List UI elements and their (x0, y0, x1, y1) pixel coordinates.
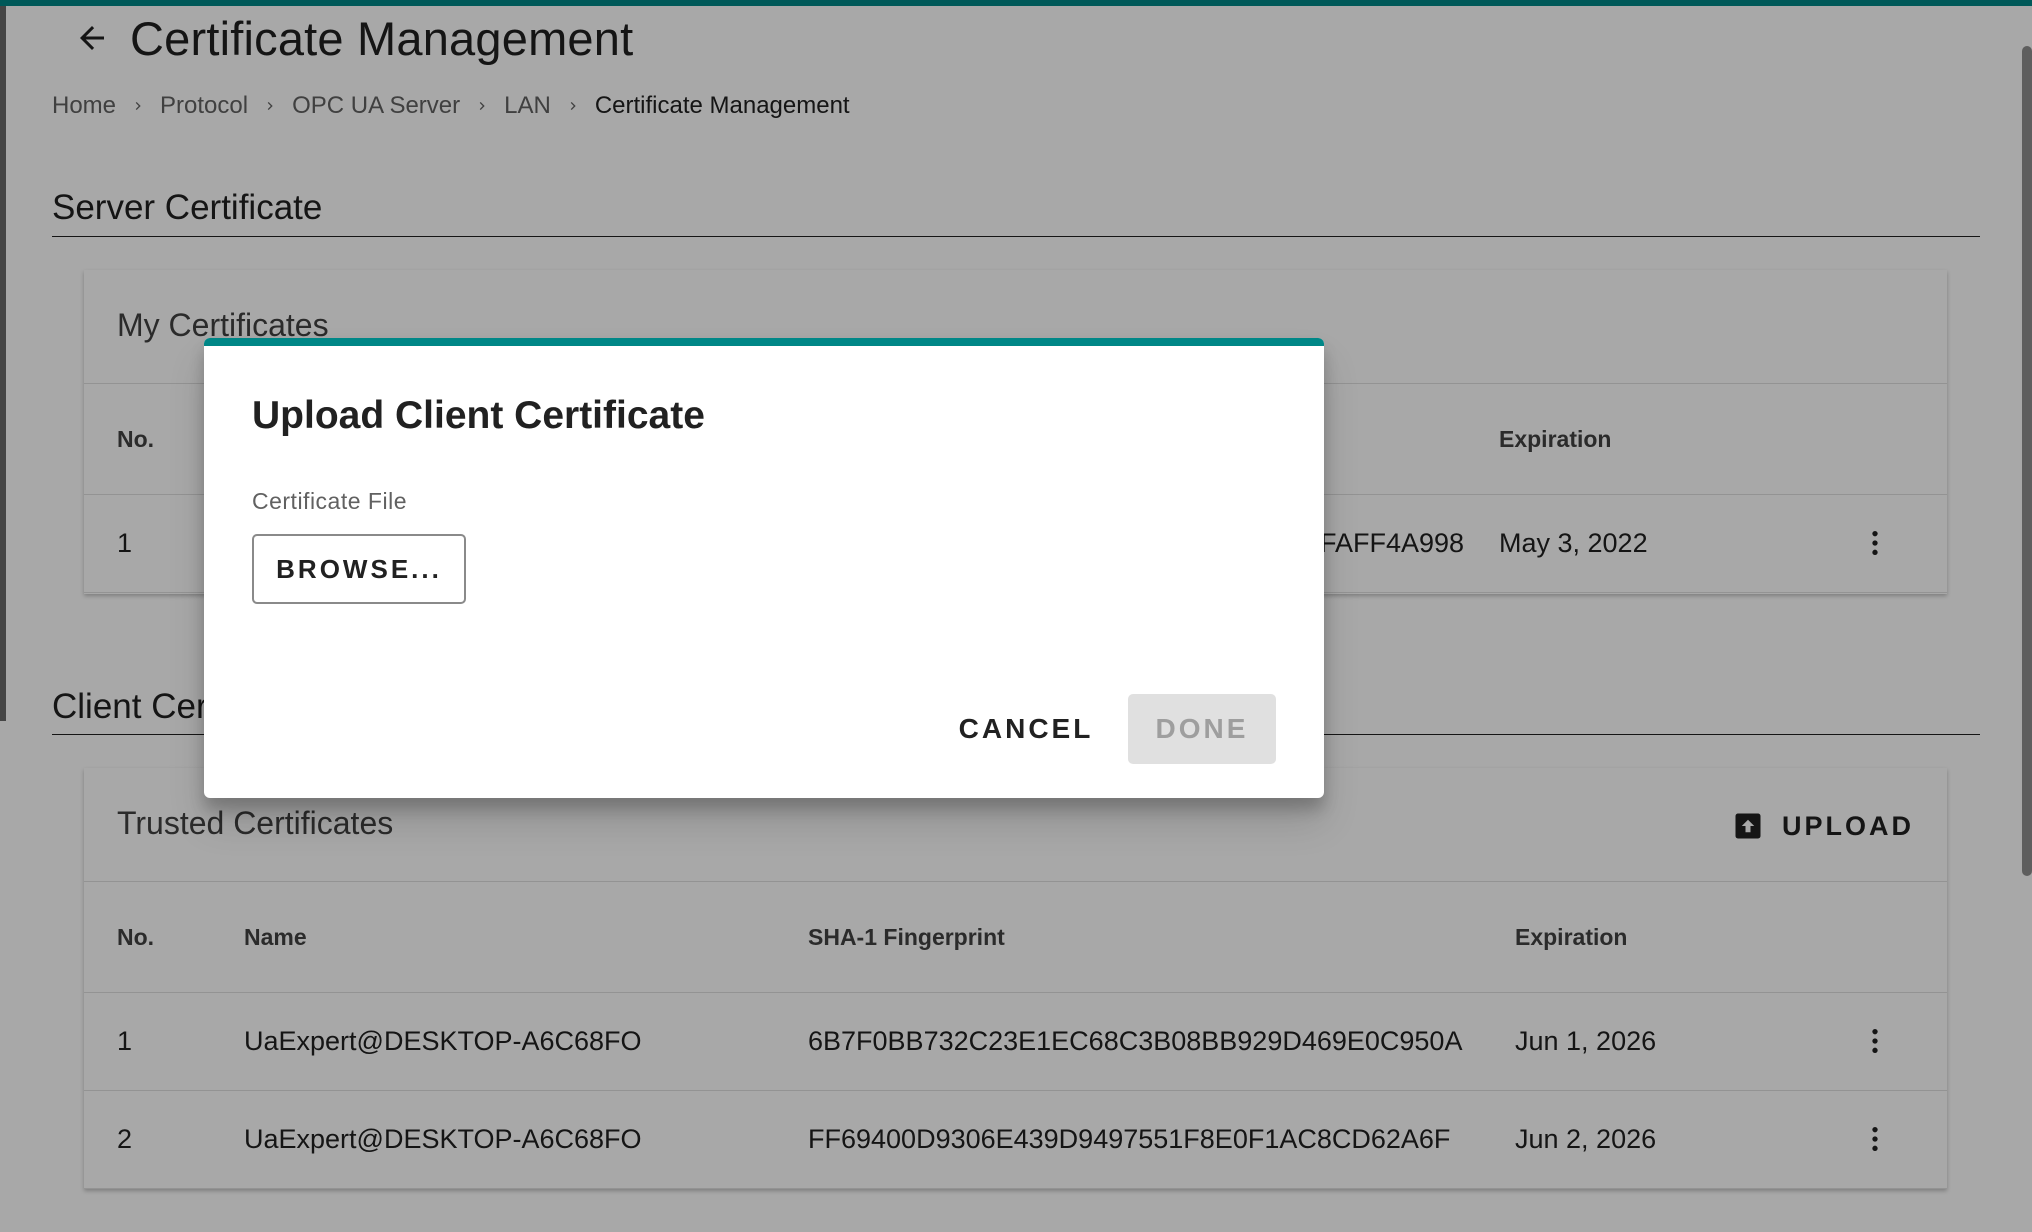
upload-client-certificate-dialog: Upload Client Certificate Certificate Fi… (204, 338, 1324, 798)
done-button[interactable]: DONE (1128, 694, 1276, 764)
certificate-file-label: Certificate File (252, 488, 407, 514)
cancel-button[interactable]: CANCEL (952, 694, 1100, 764)
dialog-accent-bar (204, 338, 1324, 346)
dialog-title: Upload Client Certificate (252, 394, 705, 437)
browse-button[interactable]: BROWSE... (252, 534, 466, 604)
